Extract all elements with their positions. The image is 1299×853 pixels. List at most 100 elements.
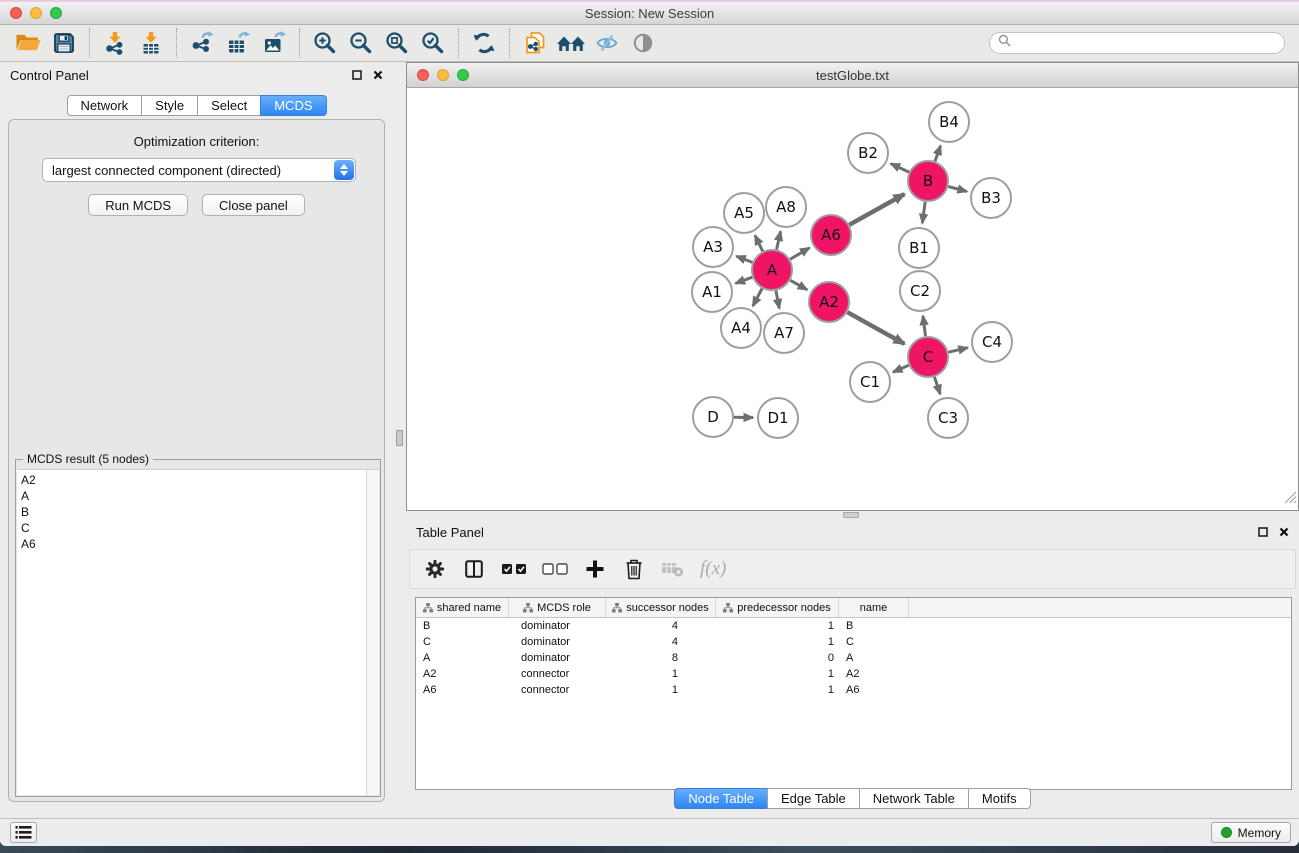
tab-select[interactable]: Select bbox=[197, 95, 261, 116]
graph-node-A1[interactable]: A1 bbox=[692, 272, 732, 312]
search-input[interactable] bbox=[1016, 36, 1276, 50]
tab-node-table[interactable]: Node Table bbox=[674, 788, 768, 809]
toggle-view-icon[interactable] bbox=[625, 27, 661, 59]
graph-node-B3[interactable]: B3 bbox=[971, 178, 1011, 218]
search-box[interactable] bbox=[989, 32, 1285, 54]
export-image-icon[interactable] bbox=[256, 27, 292, 59]
optimization-criterion-dropdown[interactable]: largest connected component (directed) bbox=[42, 158, 356, 182]
graph-node-A7[interactable]: A7 bbox=[764, 313, 804, 353]
close-window-icon[interactable] bbox=[10, 7, 22, 19]
graph-node-B[interactable]: B bbox=[908, 161, 948, 201]
graph-node-B1[interactable]: B1 bbox=[899, 228, 939, 268]
graph-node-A3[interactable]: A3 bbox=[693, 227, 733, 267]
graph-edge-B-B2[interactable] bbox=[891, 164, 909, 173]
table-cell[interactable]: connector bbox=[509, 668, 606, 680]
table-cell[interactable]: 1 bbox=[606, 668, 716, 680]
graph-edge-C-C4[interactable] bbox=[948, 348, 967, 353]
graph-edge-A-A7[interactable] bbox=[776, 291, 779, 309]
table-cell[interactable]: 4 bbox=[606, 620, 716, 632]
graph-edge-A-A5[interactable] bbox=[755, 235, 763, 251]
zoom-in-icon[interactable] bbox=[307, 27, 343, 59]
graph-node-A4[interactable]: A4 bbox=[721, 308, 761, 348]
graph-node-A5[interactable]: A5 bbox=[724, 193, 764, 233]
table-cell[interactable]: 1 bbox=[716, 684, 839, 696]
float-panel-icon[interactable] bbox=[352, 68, 362, 83]
graph-edge-B-B1[interactable] bbox=[922, 202, 925, 223]
splitter-handle[interactable] bbox=[396, 430, 403, 446]
close-window-icon[interactable] bbox=[417, 69, 429, 81]
delete-column-trash-icon[interactable] bbox=[622, 555, 646, 583]
graph-edge-A6-B[interactable] bbox=[849, 194, 904, 225]
table-row[interactable]: A2connector11A2 bbox=[416, 666, 1291, 682]
table-cell[interactable]: connector bbox=[509, 684, 606, 696]
deselect-all-columns-icon[interactable] bbox=[542, 555, 568, 583]
network-window-title-bar[interactable]: testGlobe.txt bbox=[407, 63, 1298, 88]
show-column-panel-icon[interactable] bbox=[462, 555, 486, 583]
scrollbar-track[interactable] bbox=[366, 470, 379, 795]
table-cell[interactable]: B bbox=[839, 620, 909, 632]
graph-node-C3[interactable]: C3 bbox=[928, 398, 968, 438]
refresh-icon[interactable] bbox=[466, 27, 502, 59]
table-cell[interactable]: A bbox=[839, 652, 909, 664]
export-network-icon[interactable] bbox=[184, 27, 220, 59]
graph-edge-A-A3[interactable] bbox=[736, 256, 752, 262]
graph-node-C1[interactable]: C1 bbox=[850, 362, 890, 402]
table-cell[interactable]: A6 bbox=[416, 684, 509, 696]
open-session-icon[interactable] bbox=[10, 27, 46, 59]
mcds-result-item[interactable]: B bbox=[17, 504, 379, 520]
zoom-out-icon[interactable] bbox=[343, 27, 379, 59]
mcds-result-item[interactable]: A2 bbox=[17, 472, 379, 488]
table-row[interactable]: Bdominator41B bbox=[416, 618, 1291, 634]
column-header-name[interactable]: name bbox=[839, 598, 909, 617]
mcds-result-item[interactable]: A6 bbox=[17, 536, 379, 552]
graph-node-C4[interactable]: C4 bbox=[972, 322, 1012, 362]
task-history-list-icon[interactable] bbox=[10, 822, 37, 843]
network-canvas[interactable]: AA1A2A3A4A5A6A7A8BB1B2B3B4CC1C2C3C4DD1 bbox=[407, 88, 1298, 509]
zoom-window-icon[interactable] bbox=[50, 7, 62, 19]
graph-edge-A-A6[interactable] bbox=[790, 248, 809, 259]
minimize-window-icon[interactable] bbox=[30, 7, 42, 19]
table-cell[interactable]: 1 bbox=[716, 620, 839, 632]
export-table-icon[interactable] bbox=[220, 27, 256, 59]
graph-edge-B-B3[interactable] bbox=[948, 187, 967, 192]
graph-edge-C-C1[interactable] bbox=[893, 365, 909, 372]
table-cell[interactable]: A2 bbox=[416, 668, 509, 680]
close-panel-button[interactable]: Close panel bbox=[202, 194, 305, 216]
table-cell[interactable]: dominator bbox=[509, 636, 606, 648]
node-table[interactable]: shared nameMCDS rolesuccessor nodesprede… bbox=[415, 597, 1292, 790]
table-cell[interactable]: B bbox=[416, 620, 509, 632]
tab-mcds[interactable]: MCDS bbox=[260, 95, 326, 116]
graph-edge-B-B4[interactable] bbox=[935, 146, 941, 162]
tab-edge-table[interactable]: Edge Table bbox=[767, 788, 860, 809]
table-cell[interactable]: C bbox=[416, 636, 509, 648]
graph-node-A6[interactable]: A6 bbox=[811, 215, 851, 255]
import-table-icon[interactable] bbox=[133, 27, 169, 59]
graph-edge-A-A4[interactable] bbox=[753, 289, 762, 307]
mcds-result-list[interactable]: A2ABCA6 bbox=[17, 469, 379, 795]
table-cell[interactable]: 8 bbox=[606, 652, 716, 664]
run-mcds-button[interactable]: Run MCDS bbox=[88, 194, 188, 216]
table-settings-gear-icon[interactable] bbox=[423, 555, 447, 583]
zoom-selected-icon[interactable] bbox=[415, 27, 451, 59]
table-row[interactable]: A6connector11A6 bbox=[416, 682, 1291, 698]
column-header-mcds-role[interactable]: MCDS role bbox=[509, 598, 606, 617]
column-header-shared-name[interactable]: shared name bbox=[416, 598, 509, 617]
graph-node-B4[interactable]: B4 bbox=[929, 102, 969, 142]
tab-network[interactable]: Network bbox=[66, 95, 142, 116]
graph-node-A8[interactable]: A8 bbox=[766, 187, 806, 227]
hide-labels-icon[interactable] bbox=[589, 27, 625, 59]
graph-node-C[interactable]: C bbox=[908, 337, 948, 377]
graph-node-C2[interactable]: C2 bbox=[900, 271, 940, 311]
table-cell[interactable]: 1 bbox=[606, 684, 716, 696]
table-cell[interactable]: C bbox=[839, 636, 909, 648]
table-cell[interactable]: 1 bbox=[716, 636, 839, 648]
float-panel-icon[interactable] bbox=[1258, 525, 1268, 540]
table-row[interactable]: Adominator80A bbox=[416, 650, 1291, 666]
graph-edge-A2-C[interactable] bbox=[847, 312, 904, 344]
graph-edge-C-C3[interactable] bbox=[935, 377, 941, 394]
graph-edge-A-A2[interactable] bbox=[790, 280, 807, 290]
table-row[interactable]: Cdominator41C bbox=[416, 634, 1291, 650]
minimize-window-icon[interactable] bbox=[437, 69, 449, 81]
import-network-icon[interactable] bbox=[97, 27, 133, 59]
zoom-window-icon[interactable] bbox=[457, 69, 469, 81]
